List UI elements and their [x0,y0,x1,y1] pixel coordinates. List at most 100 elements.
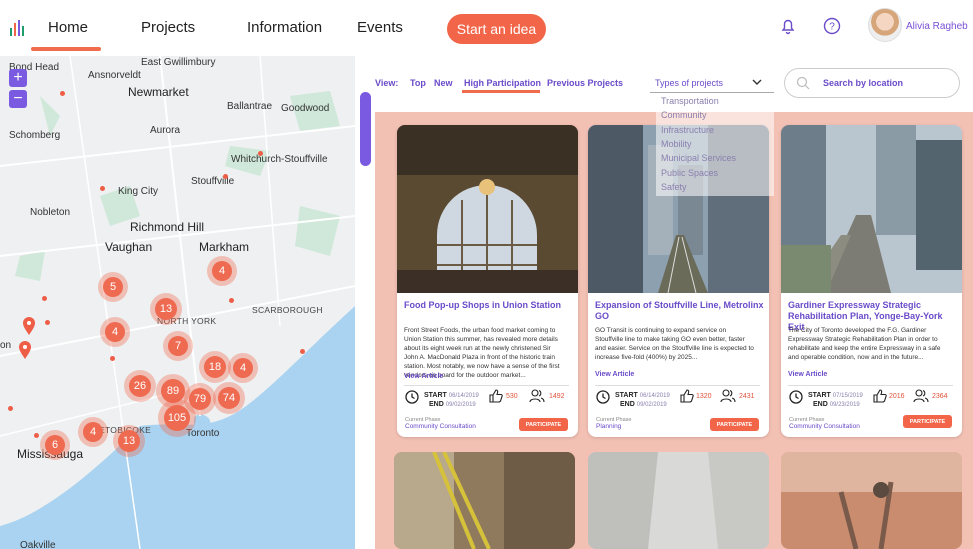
card-divider [788,385,953,386]
map-marker[interactable] [258,151,263,156]
logo-icon[interactable] [10,20,26,36]
current-phase: Planning [596,423,622,430]
project-image [781,125,962,293]
cluster-marker[interactable]: 7 [163,331,193,361]
map-marker[interactable] [100,186,105,191]
types-dropdown[interactable]: Types of projects [655,78,723,88]
cluster-marker[interactable]: 13 [150,293,182,325]
map-marker[interactable] [223,174,228,179]
zoom-out-button[interactable]: − [9,90,27,108]
filter-top[interactable]: Top [410,78,426,88]
type-option[interactable]: Public Spaces [661,168,718,178]
cluster-marker[interactable]: 4 [228,353,258,383]
search-placeholder: Search by location [823,78,904,88]
project-card[interactable] [394,452,575,549]
card-divider [595,385,760,386]
top-navbar: Home Projects Information Events Start a… [0,0,973,56]
city-label: King City [118,186,159,197]
map-pin-icon[interactable] [22,316,36,336]
thumbs-up-icon[interactable] [489,389,503,403]
project-image [588,452,769,549]
user-name[interactable]: Alivia Ragheb [906,21,968,32]
view-article-link[interactable]: View Article [595,371,634,378]
project-image [394,452,575,549]
city-label: Whitchurch-Stouffville [231,154,328,165]
card-description: GO Transit is continuing to expand servi… [595,327,754,361]
likes-count: 530 [506,393,518,400]
city-label: Schomberg [9,130,61,141]
type-option[interactable]: Infrastructure [661,125,714,135]
map-marker[interactable] [60,91,65,96]
filter-previous-projects[interactable]: Previous Projects [547,78,623,88]
thumbs-up-icon[interactable] [680,389,694,403]
bell-icon[interactable] [779,17,797,35]
project-card[interactable] [588,452,769,549]
project-card[interactable]: Food Pop-up Shops in Union Station Front… [397,125,578,437]
type-option[interactable]: Community [661,110,707,120]
map-marker[interactable] [300,349,305,354]
participants-icon [720,389,736,403]
participants-icon [913,389,929,403]
map-marker[interactable] [42,296,47,301]
card-description: Front Street Foods, the urban food marke… [404,327,560,379]
city-label: on [0,340,12,351]
svg-text:?: ? [829,22,835,33]
card-title[interactable]: Food Pop-up Shops in Union Station [404,300,574,311]
cluster-marker[interactable]: 26 [124,370,156,402]
type-option[interactable]: Transportation [661,96,719,106]
nav-projects[interactable]: Projects [141,19,195,36]
city-label: East Gwillimbury [141,57,216,68]
map-marker[interactable] [110,356,115,361]
city-label: Markham [199,240,250,254]
participate-button[interactable]: PARTICIPATE [519,418,568,431]
map-panel-scrollbar[interactable] [360,92,371,166]
city-label: SCARBOROUGH [252,305,323,315]
search-icon [796,76,810,90]
map-marker[interactable] [8,406,13,411]
cluster-marker[interactable]: 18 [199,351,231,383]
type-option[interactable]: Safety [661,182,687,192]
zoom-in-button[interactable]: + [9,69,27,87]
map-view[interactable]: Bond Head East Gwillimbury Ansnorveldt N… [0,56,355,549]
filter-high-participation[interactable]: High Participation [464,78,541,88]
cluster-marker[interactable]: 6 [40,430,70,460]
cluster-marker[interactable]: 13 [113,425,145,457]
cluster-marker[interactable]: 4 [78,417,108,447]
chevron-down-icon[interactable] [752,78,762,86]
nav-events[interactable]: Events [357,19,403,36]
current-phase: Community Consultation [789,423,860,430]
filter-new[interactable]: New [434,78,453,88]
cluster-marker[interactable]: 74 [213,382,245,414]
map-pin-icon[interactable] [18,340,32,360]
participants-count: 2431 [739,393,755,400]
view-article-link[interactable]: View Article [788,371,827,378]
nav-information[interactable]: Information [247,19,322,36]
map-marker[interactable] [229,298,234,303]
thumbs-up-icon[interactable] [873,389,887,403]
city-label: Vaughan [105,240,153,254]
nav-home[interactable]: Home [48,19,88,36]
type-option[interactable]: Mobility [661,139,692,149]
cluster-marker[interactable]: 5 [98,272,128,302]
start-idea-button[interactable]: Start an idea [447,14,546,44]
city-label: Nobleton [30,207,71,218]
project-card[interactable] [781,452,962,549]
project-card[interactable]: Gardiner Expressway Strategic Rehabilita… [781,125,962,437]
type-option[interactable]: Municipal Services [661,153,736,163]
map-marker[interactable] [34,433,39,438]
card-title[interactable]: Expansion of Stouffville Line, Metrolinx… [595,300,765,322]
map-marker[interactable] [45,320,50,325]
view-article-link[interactable]: View Article [404,373,443,380]
help-icon[interactable]: ? [823,17,841,35]
likes-count: 1320 [696,393,712,400]
participate-button[interactable]: PARTICIPATE [710,418,759,431]
cluster-marker[interactable]: 4 [207,256,237,286]
end-date: END 09/02/2019 [620,401,667,408]
cluster-marker[interactable]: 105 [158,399,196,437]
cluster-marker[interactable]: 4 [100,317,130,347]
avatar[interactable] [868,8,902,42]
likes-count: 2016 [889,393,905,400]
participate-button[interactable]: PARTICIPATE [903,415,952,428]
city-label: Aurora [150,125,181,136]
project-image [781,452,962,549]
